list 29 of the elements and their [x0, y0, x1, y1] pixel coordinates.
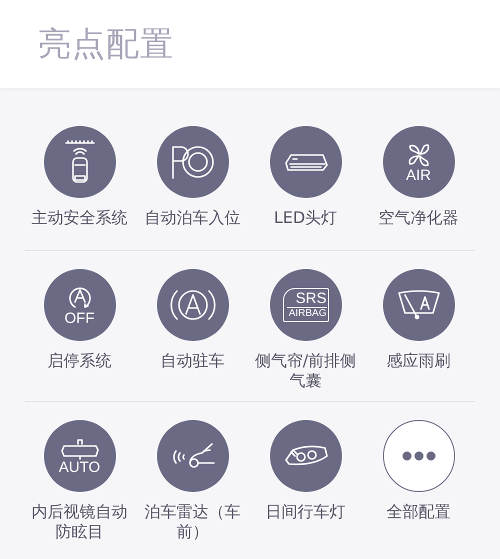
feature-label: LED头灯: [272, 208, 338, 228]
rearview-mirror-icon: [60, 438, 100, 460]
feature-label: 启停系统: [46, 351, 112, 371]
feature-button[interactable]: AUTO: [44, 420, 116, 492]
icon-text: SRS: [296, 290, 326, 306]
feature-label: 主动安全系统: [30, 208, 128, 228]
feature-label: 空气净化器: [378, 208, 460, 228]
feature-label: 侧气帘/前排侧气囊: [254, 351, 358, 391]
more-icon: [402, 451, 436, 461]
feature-label: 日间行车灯: [264, 502, 346, 522]
feature-label: 内后视镜自动防眩目: [30, 502, 128, 542]
feature-label: 泊车雷达（车前）: [144, 502, 242, 542]
feature-button[interactable]: AIR: [382, 126, 454, 198]
icon-text: OFF: [64, 310, 94, 326]
icon-text: AIRBAG: [288, 309, 326, 320]
feature-button[interactable]: SRS AIRBAG: [270, 269, 342, 341]
page-title: 亮点配置: [38, 22, 174, 64]
icon-text: AIR: [406, 168, 431, 182]
feature-label: 感应雨刷: [386, 351, 452, 371]
parking-ring-icon: [170, 145, 216, 179]
headlight-icon: [282, 151, 328, 173]
feature-label: 自动泊车入位: [144, 208, 242, 228]
windshield-wiper-icon: [396, 289, 440, 321]
daytime-light-icon: [282, 444, 328, 468]
feature-button[interactable]: OFF: [44, 269, 116, 341]
fan-icon: [406, 142, 432, 168]
icon-text: AUTO: [58, 460, 100, 474]
feature-label: 自动驻车: [160, 351, 226, 371]
feature-label: 全部配置: [386, 502, 452, 522]
